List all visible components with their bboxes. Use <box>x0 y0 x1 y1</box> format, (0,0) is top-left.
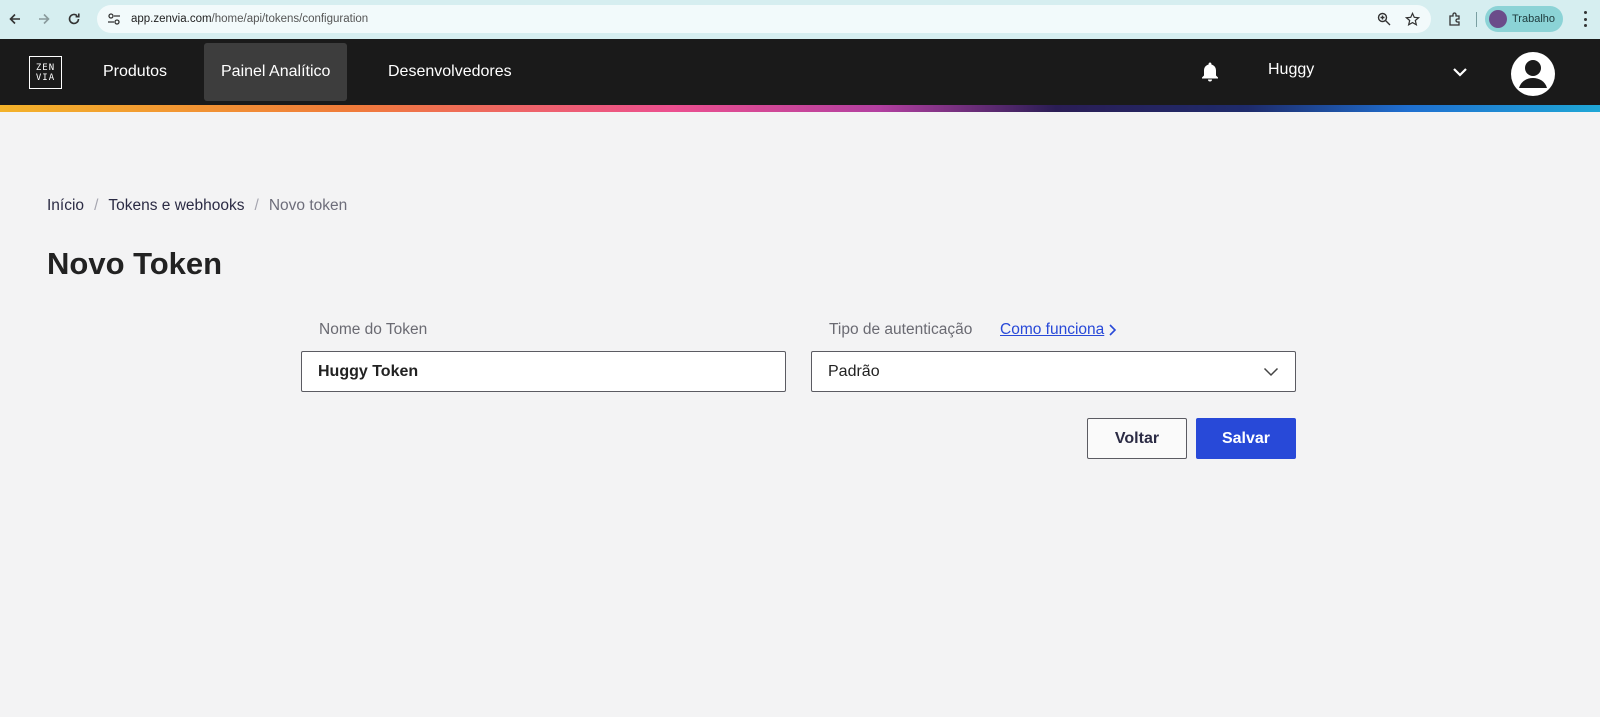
token-name-label: Nome do Token <box>319 321 428 338</box>
address-bar[interactable]: app.zenvia.com/home/api/tokens/configura… <box>97 5 1431 33</box>
save-button[interactable]: Salvar <box>1196 418 1296 459</box>
nav-produtos[interactable]: Produtos <box>86 43 184 101</box>
breadcrumb-tokens-webhooks[interactable]: Tokens e webhooks <box>108 197 244 215</box>
logo-bottom-text: VIA <box>35 72 56 83</box>
auth-type-select[interactable]: Padrão <box>811 351 1296 392</box>
user-avatar-icon[interactable] <box>1511 52 1555 96</box>
back-arrow-icon[interactable] <box>3 7 27 31</box>
profile-avatar <box>1489 10 1507 28</box>
breadcrumb-novo-token: Novo token <box>268 197 348 214</box>
profile-label: Trabalho <box>1512 13 1556 25</box>
url-host: app.zenvia.com <box>131 13 212 25</box>
breadcrumb-separator: / <box>254 197 259 214</box>
how-it-works-link-text: Como funciona <box>1000 321 1105 338</box>
breadcrumb: Início / Tokens e webhooks / Novo token <box>47 197 347 215</box>
breadcrumb-inicio[interactable]: Início <box>47 197 84 215</box>
url-path: /home/api/tokens/configuration <box>211 13 369 25</box>
extensions-icon[interactable] <box>1445 9 1465 29</box>
back-button[interactable]: Voltar <box>1087 418 1187 459</box>
star-icon[interactable] <box>1403 10 1421 28</box>
nav-painel-analitico[interactable]: Painel Analítico <box>204 43 348 101</box>
site-settings-icon[interactable] <box>105 10 123 28</box>
chevron-down-icon[interactable] <box>1450 62 1470 82</box>
forward-arrow-icon[interactable] <box>32 7 56 31</box>
app-header: ZEN VIA Produtos Painel Analítico Desenv… <box>0 39 1600 105</box>
chevron-down-icon <box>1263 367 1279 376</box>
toolbar-divider <box>1476 12 1477 27</box>
brand-gradient-bar <box>0 105 1600 112</box>
url-text: app.zenvia.com/home/api/tokens/configura… <box>131 13 368 25</box>
user-name[interactable]: Huggy <box>1268 61 1314 79</box>
nav-desenvolvedores[interactable]: Desenvolvedores <box>371 43 529 101</box>
auth-type-value: Padrão <box>828 362 880 380</box>
token-name-input[interactable] <box>301 351 786 392</box>
browser-toolbar: app.zenvia.com/home/api/tokens/configura… <box>0 0 1600 39</box>
kebab-menu-icon[interactable] <box>1582 11 1588 27</box>
auth-type-label: Tipo de autenticação <box>829 321 973 338</box>
how-it-works-link[interactable]: Como funciona <box>1000 321 1117 339</box>
reload-icon[interactable] <box>62 7 86 31</box>
chevron-right-icon <box>1109 324 1117 336</box>
breadcrumb-separator: / <box>94 197 99 214</box>
bell-icon[interactable] <box>1198 60 1222 84</box>
zoom-icon[interactable] <box>1375 10 1393 28</box>
profile-button[interactable]: Trabalho <box>1485 6 1563 32</box>
zenvia-logo[interactable]: ZEN VIA <box>29 56 62 89</box>
page-title: Novo Token <box>47 246 223 281</box>
logo-top-text: ZEN <box>35 62 56 73</box>
